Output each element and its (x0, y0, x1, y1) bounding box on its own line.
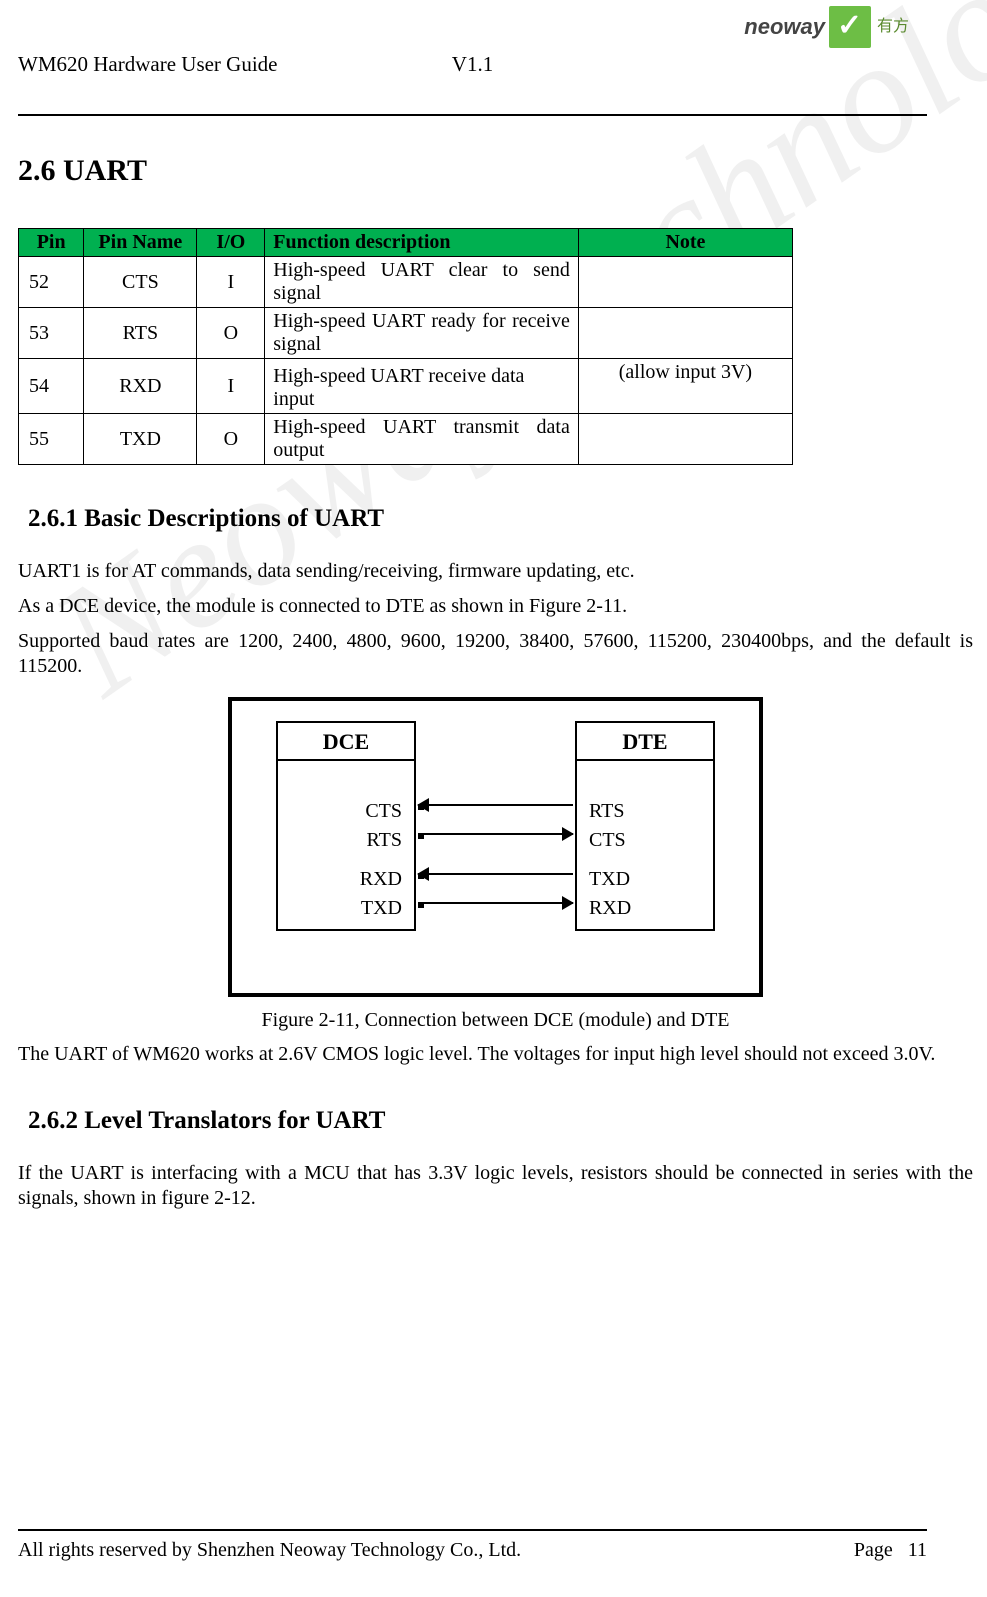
dce-signal: TXD (278, 894, 414, 923)
table-row: 53 RTS O High-speed UART ready for recei… (19, 308, 793, 359)
dce-title: DCE (278, 729, 414, 761)
cell-name: RTS (84, 308, 197, 359)
figure-caption: Figure 2-11, Connection between DCE (mod… (228, 1009, 763, 1032)
neoway-logo: neoway 有方 (744, 6, 909, 48)
dce-signal: RXD (278, 865, 414, 894)
dce-signal: RTS (278, 826, 414, 855)
figure-dce-dte: DCE CTS RTS RXD TXD DTE RTS CTS TXD RXD (228, 697, 763, 1032)
th-pin-name: Pin Name (84, 229, 197, 257)
cell-func: High-speed UART ready for receive signal (265, 308, 579, 359)
wire-arrow-icon (418, 902, 573, 904)
dte-signal: TXD (577, 865, 713, 894)
paragraph: UART1 is for AT commands, data sending/r… (18, 559, 973, 584)
cell-note (578, 257, 792, 308)
subsection-heading: 2.6.2 Level Translators for UART (28, 1107, 973, 1135)
cell-name: CTS (84, 257, 197, 308)
cell-func: High-speed UART clear to send signal (265, 257, 579, 308)
th-note: Note (578, 229, 792, 257)
cell-pin: 54 (19, 359, 84, 414)
wire-arrow-icon (418, 804, 573, 806)
table-row: 55 TXD O High-speed UART transmit data o… (19, 414, 793, 465)
doc-title: WM620 Hardware User Guide (18, 52, 278, 77)
table-row: 52 CTS I High-speed UART clear to send s… (19, 257, 793, 308)
cell-note: (allow input 3V) (578, 359, 792, 414)
cell-io: I (197, 257, 265, 308)
cell-note (578, 308, 792, 359)
footer-divider (18, 1529, 927, 1531)
logo-cn-text: 有方 (877, 18, 909, 35)
check-icon (829, 6, 871, 48)
dce-signal: CTS (278, 797, 414, 826)
wire-arrow-icon (418, 833, 573, 835)
cell-io: O (197, 308, 265, 359)
cell-note (578, 414, 792, 465)
cell-name: RXD (84, 359, 197, 414)
cell-io: O (197, 414, 265, 465)
paragraph: As a DCE device, the module is connected… (18, 594, 973, 619)
cell-pin: 53 (19, 308, 84, 359)
dte-signal: CTS (577, 826, 713, 855)
paragraph: Supported baud rates are 1200, 2400, 480… (18, 629, 973, 679)
doc-version: V1.1 (452, 52, 493, 77)
dte-signal: RTS (577, 797, 713, 826)
section-heading: 2.6 UART (18, 154, 973, 188)
paragraph: The UART of WM620 works at 2.6V CMOS log… (18, 1042, 973, 1067)
dte-title: DTE (577, 729, 713, 761)
cell-name: TXD (84, 414, 197, 465)
page-footer: All rights reserved by Shenzhen Neoway T… (18, 1529, 927, 1565)
th-func: Function description (265, 229, 579, 257)
pin-table: Pin Pin Name I/O Function description No… (18, 228, 793, 465)
paragraph: If the UART is interfacing with a MCU th… (18, 1161, 973, 1211)
footer-copyright: All rights reserved by Shenzhen Neoway T… (18, 1539, 521, 1562)
logo-name-text: neoway (744, 14, 825, 39)
subsection-heading: 2.6.1 Basic Descriptions of UART (28, 505, 973, 533)
th-io: I/O (197, 229, 265, 257)
cell-func: High-speed UART transmit data output (265, 414, 579, 465)
footer-page: Page 11 (854, 1539, 927, 1562)
dte-signal: RXD (577, 894, 713, 923)
cell-pin: 55 (19, 414, 84, 465)
header-divider (18, 114, 927, 116)
cell-func: High-speed UART receive data input (265, 359, 579, 414)
cell-io: I (197, 359, 265, 414)
th-pin: Pin (19, 229, 84, 257)
cell-pin: 52 (19, 257, 84, 308)
page-header: WM620 Hardware User Guide V1.1 neoway 有方 (0, 30, 987, 75)
table-row: 54 RXD I High-speed UART receive data in… (19, 359, 793, 414)
wire-arrow-icon (418, 873, 573, 875)
